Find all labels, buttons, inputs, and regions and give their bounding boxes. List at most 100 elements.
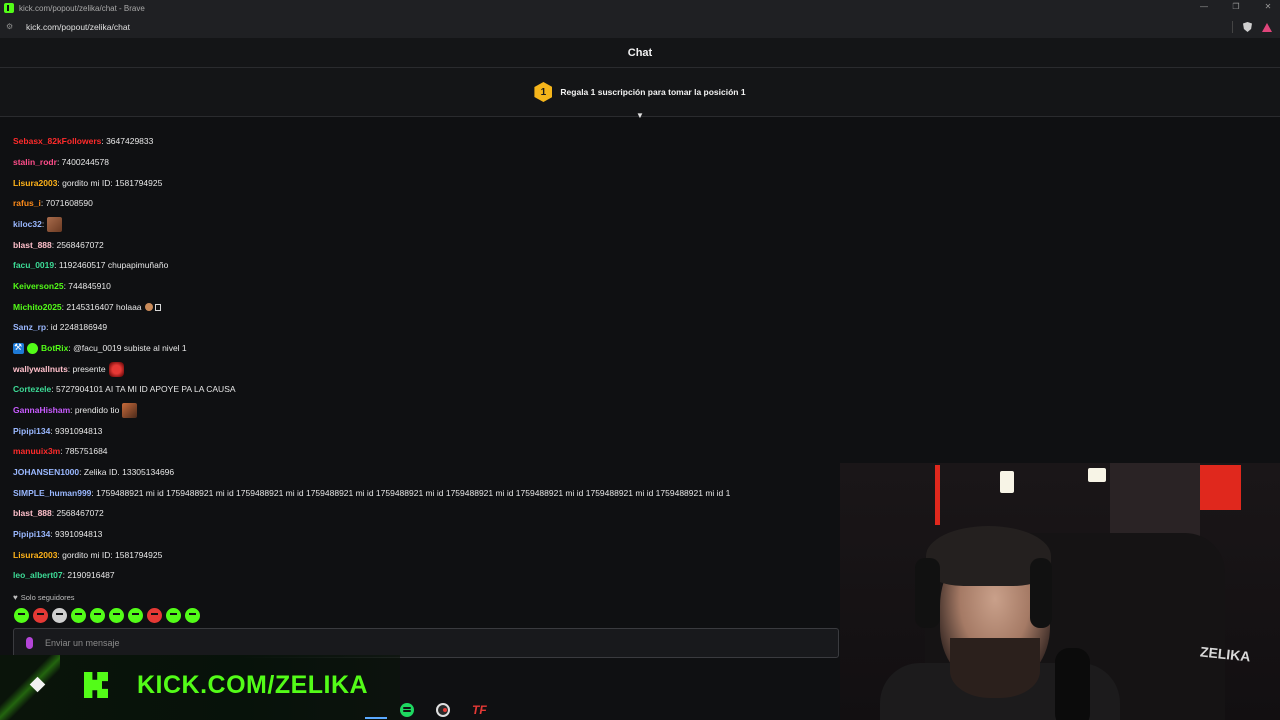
chat-text: : gordito mi ID: 1581794925 [57,178,163,188]
tf-app-icon[interactable]: TF [472,703,488,717]
chat-text: : 2190916487 [62,570,115,580]
quick-emote-icon[interactable] [71,608,86,623]
wave-emoji-icon [144,303,153,311]
toolbar-icons [1232,21,1272,33]
chat-username[interactable]: rafus_i [13,198,41,208]
studio-light-icon [1000,471,1014,493]
chat-username[interactable]: Lisura2003 [13,178,57,188]
quick-emote-icon[interactable] [147,608,162,623]
chat-username[interactable]: leo_albert07 [13,570,63,580]
chat-username[interactable]: blast_888 [13,240,52,250]
site-settings-icon[interactable]: ⚙ [6,23,16,31]
window-controls: — ❐ ✕ [1200,2,1272,11]
chat-message: manuuix3m : 785751684 [13,444,108,458]
chat-text: : 2145316407 holaaa [61,302,142,312]
chat-message: JOHANSEN1000 : Zelika ID. 13305134696 [13,465,174,479]
chat-text: : 2568467072 [51,508,104,518]
quick-emote-icon[interactable] [128,608,143,623]
chat-username[interactable]: GannaHisham [13,405,70,415]
chat-username[interactable]: Sanz_rp [13,322,46,332]
chat-message: blast_888 : 2568467072 [13,238,104,252]
close-button[interactable]: ✕ [1264,2,1272,11]
chat-message: blast_888 : 2568467072 [13,506,104,520]
chat-message: wallywallnuts : presente [13,361,124,377]
chat-message: Sebasx_82kFollowers : 3647429833 [13,134,153,148]
chat-username[interactable]: Cortezele [13,384,51,394]
quick-emote-bar [14,608,200,623]
browser-title-bar: kick.com/popout/zelika/chat - Brave — ❐ … [0,0,1280,16]
spotify-icon[interactable] [400,702,414,717]
chat-username[interactable]: wallywallnuts [13,364,68,374]
headset-icon [1030,558,1052,628]
chat-message: Pipipi134 : 9391094813 [13,424,102,438]
kick-url-overlay: KICK.COM/ZELIKA [137,671,369,699]
chat-username[interactable]: Lisura2003 [13,550,57,560]
quick-emote-icon[interactable] [33,608,48,623]
quick-emote-icon[interactable] [90,608,105,623]
window-title: kick.com/popout/zelika/chat - Brave [19,3,145,13]
webcam-feed: ZELIKA [840,463,1280,720]
face-emote-icon [47,216,63,232]
chat-username[interactable]: Keiverson25 [13,281,64,291]
bot-badge-icon [27,342,38,354]
brave-rewards-icon[interactable] [1262,22,1272,32]
quick-emote-icon[interactable] [185,608,200,623]
chat-message-input[interactable] [43,637,747,649]
maximize-button[interactable]: ❐ [1232,2,1240,11]
chat-username[interactable]: SIMPLE_human999 [13,488,91,498]
meme-emote-icon [122,402,138,418]
kick-favicon-icon [4,3,14,13]
chat-text: : 744845910 [63,281,111,291]
chat-text: : presente [67,364,106,374]
chat-message: Lisura2003 : gordito mi ID: 1581794925 [13,548,162,562]
chat-username[interactable]: BotRix [41,343,68,353]
chat-text: : prendido tio [70,405,120,415]
taskbar: TF [365,699,505,720]
minimize-button[interactable]: — [1200,2,1208,11]
chat-username[interactable]: JOHANSEN1000 [13,467,79,477]
gift-banner-text: Regala 1 suscripción para tomar la posic… [560,87,746,97]
red-panel-icon [1195,465,1241,510]
obs-icon[interactable] [436,702,450,717]
chat-username[interactable]: blast_888 [13,508,52,518]
gift-subscription-banner[interactable]: 1 Regala 1 suscripción para tomar la pos… [0,68,1280,117]
heart-icon: ♥ [13,593,18,602]
chat-text: : Zelika ID. 13305134696 [79,467,175,477]
chat-message: stalin_rodr : 7400244578 [13,155,109,169]
chat-username[interactable]: facu_0019 [13,260,54,270]
quick-emote-icon[interactable] [14,608,29,623]
chat-text: : 1192460517 chupapimuñaño [54,260,169,270]
chat-username[interactable]: Pipipi134 [13,529,50,539]
chat-message: Cortezele : 5727904101 AI TA MI ID APOYE… [13,382,236,396]
chat-text: : 7071608590 [40,198,93,208]
toolbar-separator [1232,21,1233,33]
chat-username[interactable]: manuuix3m [13,446,60,456]
followers-only-text: Solo seguidores [20,593,75,602]
microphone-icon[interactable] [26,637,33,649]
quick-emote-icon[interactable] [166,608,181,623]
chat-header: Chat [0,38,1280,68]
chat-text: : id 2248186949 [46,322,108,332]
chat-text: : 7400244578 [56,157,109,167]
chat-input-container [13,628,839,658]
quick-emote-icon[interactable] [109,608,124,623]
rank-badge-number: 1 [540,86,547,98]
angry-emote-icon [108,361,124,377]
chat-username[interactable]: Sebasx_82kFollowers [13,136,101,146]
chat-message: Michito2025 : 2145316407 holaaa [13,300,161,314]
rank-badge-icon: 1 [534,82,553,102]
url-text[interactable]: kick.com/popout/zelika/chat [26,22,130,32]
chat-username[interactable]: Michito2025 [13,302,62,312]
address-bar: ⚙ kick.com/popout/zelika/chat [0,16,1280,38]
chat-username[interactable]: stalin_rodr [13,157,57,167]
chat-text: : 2568467072 [51,240,104,250]
brave-shield-icon[interactable] [1243,22,1252,32]
chat-message: BotRix : @facu_0019 subiste al nivel 1 [13,341,187,355]
red-led-strip-icon [935,465,940,525]
quick-emote-icon[interactable] [52,608,67,623]
chat-username[interactable]: Pipipi134 [13,426,50,436]
chat-message: Sanz_rp : id 2248186949 [13,320,107,334]
chat-message-list[interactable]: Sebasx_82kFollowers : 3647429833 stalin_… [13,115,843,590]
chat-username[interactable]: kiloc32 [13,219,42,229]
chat-message: rafus_i : 7071608590 [13,196,93,210]
